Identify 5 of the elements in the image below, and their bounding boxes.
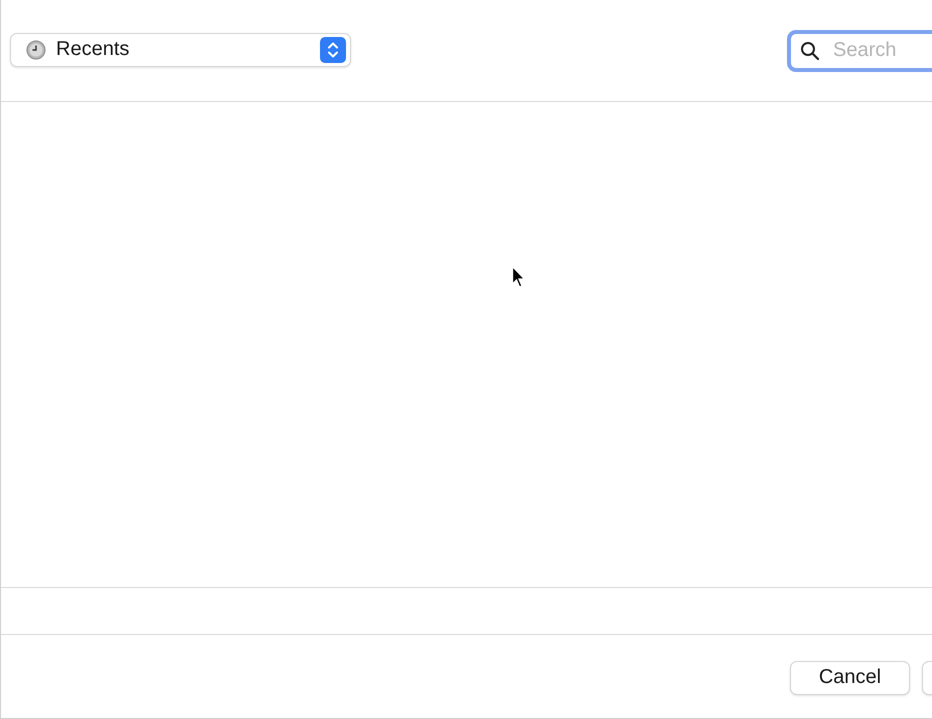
cancel-button[interactable]: Cancel (790, 660, 910, 694)
chevron-icon (320, 36, 346, 62)
clock-icon (26, 40, 46, 60)
search-field[interactable]: Search (787, 30, 932, 72)
location-popup[interactable]: Recents (10, 32, 351, 66)
